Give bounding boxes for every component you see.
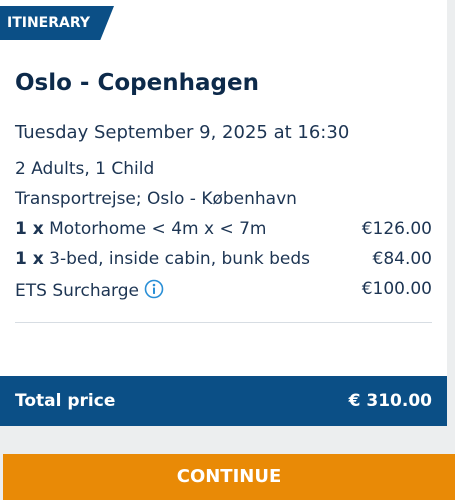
itinerary-card: ITINERARY Oslo - Copenhagen Tuesday Sept… <box>0 0 447 426</box>
line-item-price: €84.00 <box>372 249 432 269</box>
line-item-quantity: 1 x <box>15 249 44 269</box>
itinerary-tag: ITINERARY <box>0 6 114 40</box>
line-item-price: €100.00 <box>361 279 432 299</box>
total-bar: Total price € 310.00 <box>0 376 447 426</box>
line-item-name: ETS Surcharge <box>15 281 139 301</box>
divider <box>15 322 432 323</box>
line-item-quantity: 1 x <box>15 219 44 239</box>
transport-description: Transportrejse; Oslo - København <box>15 189 297 209</box>
continue-button[interactable]: CONTINUE <box>3 454 455 500</box>
line-item-name: Motorhome < 4m x < 7m <box>49 219 267 239</box>
total-label: Total price <box>15 391 116 411</box>
total-price: € 310.00 <box>348 391 432 411</box>
departure-date: Tuesday September 9, 2025 at 16:30 <box>15 122 350 143</box>
line-item: ETS Surcharge €100.00 <box>15 279 432 303</box>
passenger-summary: 2 Adults, 1 Child <box>15 159 155 179</box>
line-item: 1 x Motorhome < 4m x < 7m €126.00 <box>15 219 432 243</box>
line-item-name: 3-bed, inside cabin, bunk beds <box>49 249 311 269</box>
route-title: Oslo - Copenhagen <box>15 70 259 96</box>
info-icon[interactable] <box>144 279 164 299</box>
itinerary-tag-label: ITINERARY <box>7 15 91 31</box>
line-item-price: €126.00 <box>361 219 432 239</box>
line-item: 1 x 3-bed, inside cabin, bunk beds €84.0… <box>15 249 432 273</box>
